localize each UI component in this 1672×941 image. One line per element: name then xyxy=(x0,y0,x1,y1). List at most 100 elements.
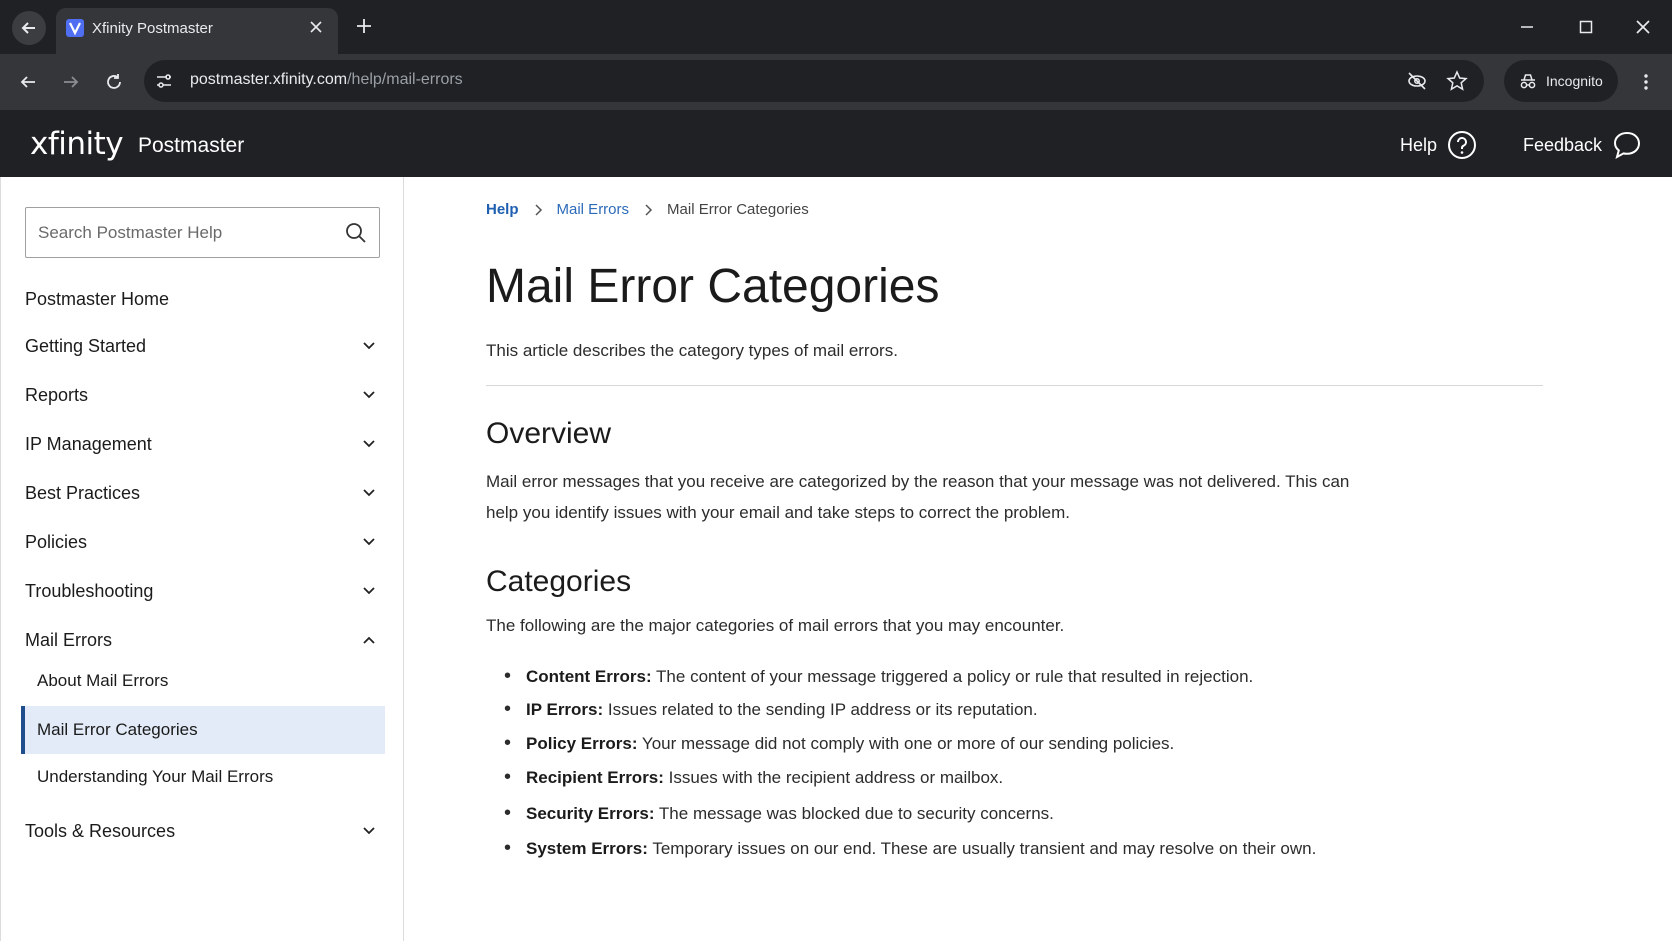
back-icon[interactable] xyxy=(15,69,41,95)
maximize-icon[interactable] xyxy=(1571,12,1601,42)
category-desc: Issues with the recipient address or mai… xyxy=(668,768,1004,787)
category-name: Security Errors: xyxy=(526,804,655,823)
search-box[interactable] xyxy=(25,207,380,258)
sidebar-item-label: Getting Started xyxy=(25,335,147,356)
bookmark-star-icon[interactable] xyxy=(1446,70,1468,92)
chevron-down-icon[interactable] xyxy=(361,583,377,599)
category-desc: Issues related to the sending IP address… xyxy=(607,700,1038,719)
tab-search-back-icon[interactable] xyxy=(12,11,46,45)
chevron-down-icon[interactable] xyxy=(361,823,377,839)
tab-title: Xfinity Postmaster xyxy=(92,20,213,37)
help-link[interactable]: Help xyxy=(1400,130,1477,160)
breadcrumb: Help Mail Errors Mail Error Categories xyxy=(486,201,809,218)
breadcrumb-help-link[interactable]: Help xyxy=(486,201,519,218)
overview-text: Mail error messages that you receive are… xyxy=(486,472,1350,522)
url-path: /help/mail-errors xyxy=(347,71,463,88)
sidebar-item-ip-management[interactable]: IP Management xyxy=(25,426,381,462)
sidebar-subitem-mail-error-categories[interactable]: Mail Error Categories xyxy=(21,706,385,754)
page-title: Mail Error Categories xyxy=(486,260,940,313)
category-desc: Temporary issues on our end. These are u… xyxy=(652,839,1317,858)
sidebar-nav: Postmaster Home Getting Started Reports … xyxy=(0,177,404,941)
sidebar-item-label: Reports xyxy=(25,384,89,405)
site-header: xfinity Postmaster Help Feedback xyxy=(0,110,1672,177)
sidebar-subitem-understanding-mail-errors[interactable]: Understanding Your Mail Errors xyxy=(37,759,273,795)
sidebar-item-tools-resources[interactable]: Tools & Resources xyxy=(25,813,381,849)
tab-close-icon[interactable] xyxy=(306,17,326,37)
category-name: Recipient Errors: xyxy=(526,768,664,787)
eye-slash-icon[interactable] xyxy=(1406,70,1428,92)
sidebar-subitem-about-mail-errors[interactable]: About Mail Errors xyxy=(37,663,168,699)
sidebar-item-label: Mail Errors xyxy=(25,629,113,650)
incognito-icon xyxy=(1520,74,1536,89)
speech-bubble-icon xyxy=(1614,131,1641,160)
intro-text: This article describes the category type… xyxy=(486,341,898,360)
site-settings-icon[interactable] xyxy=(154,71,174,91)
category-desc: The content of your message triggered a … xyxy=(656,667,1254,686)
sidebar-subitem-label: About Mail Errors xyxy=(37,671,169,690)
close-window-icon[interactable] xyxy=(1628,12,1658,42)
incognito-label: Incognito xyxy=(1546,73,1603,89)
category-name: IP Errors: xyxy=(526,700,604,719)
list-item: Content Errors: The content of your mess… xyxy=(504,665,1254,688)
chevron-down-icon[interactable] xyxy=(361,485,377,501)
chevron-down-icon[interactable] xyxy=(361,534,377,550)
search-icon[interactable] xyxy=(345,222,367,244)
search-input[interactable] xyxy=(38,220,338,246)
chevron-up-icon[interactable] xyxy=(361,632,377,648)
xfinity-favicon-icon xyxy=(66,19,84,37)
sidebar-item-policies[interactable]: Policies xyxy=(25,524,381,560)
section-divider xyxy=(486,385,1543,386)
sidebar-item-getting-started[interactable]: Getting Started xyxy=(25,328,381,364)
browser-menu-icon[interactable] xyxy=(1634,70,1658,94)
sidebar-item-label: Troubleshooting xyxy=(25,580,154,601)
chevron-down-icon[interactable] xyxy=(361,387,377,403)
sidebar-subitem-label: Understanding Your Mail Errors xyxy=(37,767,274,786)
forward-icon[interactable] xyxy=(58,69,84,95)
sidebar-item-mail-errors[interactable]: Mail Errors xyxy=(25,622,381,658)
url-host: postmaster.xfinity.com xyxy=(190,71,348,88)
category-name: System Errors: xyxy=(526,839,648,858)
sidebar-item-label: IP Management xyxy=(25,433,152,454)
incognito-indicator[interactable]: Incognito xyxy=(1504,60,1618,102)
product-name[interactable]: Postmaster xyxy=(138,134,244,158)
chevron-right-icon xyxy=(645,203,653,216)
xfinity-logo[interactable]: xfinity xyxy=(30,126,124,162)
feedback-label: Feedback xyxy=(1523,134,1603,155)
question-circle-icon xyxy=(1448,131,1477,159)
sidebar-item-best-practices[interactable]: Best Practices xyxy=(25,475,381,511)
categories-intro: The following are the major categories o… xyxy=(486,616,1065,635)
chevron-down-icon[interactable] xyxy=(361,436,377,452)
list-item: IP Errors: Issues related to the sending… xyxy=(504,698,1038,721)
list-item: Security Errors: The message was blocked… xyxy=(504,802,1054,825)
category-name: Policy Errors: xyxy=(526,734,638,753)
browser-tab-strip: Xfinity Postmaster xyxy=(0,0,1672,54)
category-name: Content Errors: xyxy=(526,667,652,686)
category-desc: The message was blocked due to security … xyxy=(658,804,1054,823)
list-item: Policy Errors: Your message did not comp… xyxy=(504,732,1175,755)
sidebar-subitem-label: Mail Error Categories xyxy=(37,720,198,739)
sidebar-item-label: Postmaster Home xyxy=(25,288,170,309)
feedback-link[interactable]: Feedback xyxy=(1523,130,1642,160)
overview-heading: Overview xyxy=(486,417,612,450)
new-tab-icon[interactable] xyxy=(352,14,376,38)
categories-heading: Categories xyxy=(486,565,632,598)
url-text: postmaster.xfinity.com/help/mail-errors xyxy=(190,71,463,89)
category-desc: Your message did not comply with one or … xyxy=(641,734,1175,753)
list-item: System Errors: Temporary issues on our e… xyxy=(504,837,1317,860)
browser-toolbar: postmaster.xfinity.com/help/mail-errors … xyxy=(0,54,1672,110)
reload-icon[interactable] xyxy=(101,69,127,95)
list-item: Recipient Errors: Issues with the recipi… xyxy=(504,766,1004,789)
minimize-icon[interactable] xyxy=(1512,12,1542,42)
sidebar-item-postmaster-home[interactable]: Postmaster Home xyxy=(25,281,381,317)
browser-tab[interactable]: Xfinity Postmaster xyxy=(56,8,338,54)
sidebar-item-label: Policies xyxy=(25,531,88,552)
chevron-down-icon[interactable] xyxy=(361,338,377,354)
sidebar-item-reports[interactable]: Reports xyxy=(25,377,381,413)
help-label: Help xyxy=(1400,134,1438,155)
sidebar-item-label: Best Practices xyxy=(25,482,141,503)
address-bar[interactable]: postmaster.xfinity.com/help/mail-errors xyxy=(144,60,1484,102)
chevron-right-icon xyxy=(534,203,542,216)
sidebar-item-troubleshooting[interactable]: Troubleshooting xyxy=(25,573,381,609)
breadcrumb-mail-errors-link[interactable]: Mail Errors xyxy=(557,201,630,218)
sidebar-item-label: Tools & Resources xyxy=(25,820,176,841)
